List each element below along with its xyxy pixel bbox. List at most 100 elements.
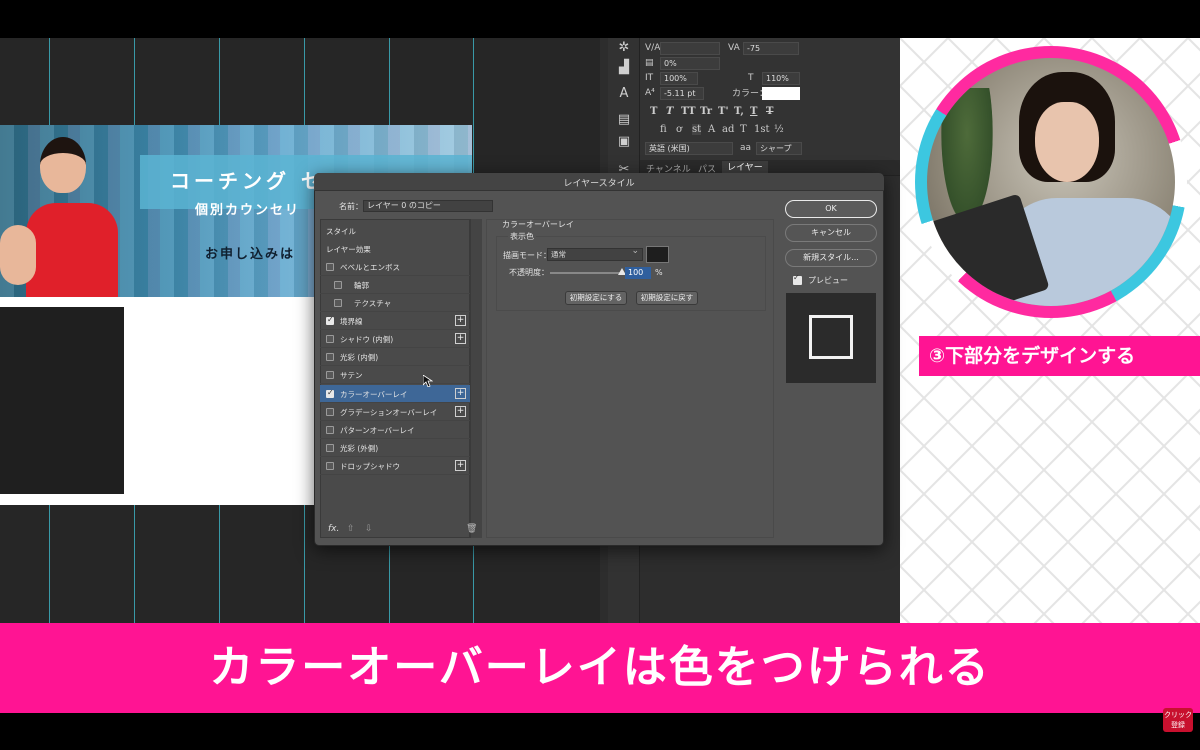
overlay-color-swatch[interactable] <box>646 246 669 263</box>
checkbox[interactable] <box>326 353 334 361</box>
style-item-label: シャドウ (内側) <box>340 335 394 344</box>
group-title: 表示色 <box>508 232 536 242</box>
antialias-select[interactable]: シャープ <box>756 142 802 155</box>
style-item-label: カラーオーバーレイ <box>340 390 408 399</box>
tracking-field[interactable]: -75 <box>743 42 799 55</box>
add-effect-icon[interactable]: + <box>455 406 466 417</box>
style-item-label: 光彩 (内側) <box>340 353 379 362</box>
blend-mode-label: 描画モード： <box>503 251 551 260</box>
style-item-drop-shadow[interactable]: ドロップシャドウ + <box>320 457 470 475</box>
style-item-inner-shadow[interactable]: シャドウ (内側) + <box>320 330 470 348</box>
baseline-field[interactable]: -5.11 pt <box>660 87 704 100</box>
subscribe-button[interactable]: クリック 登録 <box>1163 708 1193 732</box>
cancel-button[interactable]: キャンセル <box>785 224 877 242</box>
antialias-icon: aa <box>740 143 752 153</box>
preview-checkbox[interactable] <box>793 273 802 285</box>
style-list-scrollbar[interactable] <box>470 219 482 538</box>
checkbox[interactable] <box>334 299 342 307</box>
effects-header[interactable]: レイヤー効果 <box>326 244 371 255</box>
underline-icon[interactable]: T <box>750 106 757 117</box>
style-item-label: サテン <box>340 371 363 380</box>
text-color-swatch[interactable] <box>762 87 800 100</box>
styles-header[interactable]: スタイル <box>326 226 356 237</box>
add-effect-icon[interactable]: + <box>455 333 466 344</box>
strikethrough-icon[interactable]: T <box>766 106 773 117</box>
layer-name-field[interactable]: レイヤー 0 のコピー <box>363 200 493 212</box>
sun-icon[interactable]: ✲ <box>616 40 632 56</box>
style-item-label: ドロップシャドウ <box>340 462 400 471</box>
banner-person-head <box>40 137 86 193</box>
style-item-inner-glow[interactable]: 光彩 (内側) <box>320 348 470 366</box>
add-effect-icon[interactable]: + <box>455 388 466 399</box>
tsume-icon: ▤ <box>645 58 654 68</box>
opacity-label: 不透明度： <box>509 268 549 277</box>
paragraph-icon[interactable]: ▤ <box>616 112 632 128</box>
levels-icon[interactable]: ▟ <box>616 60 632 76</box>
style-item-gradient-overlay[interactable]: グラデーションオーバーレイ + <box>320 403 470 421</box>
step-label: ③下部分をデザインする <box>919 336 1200 376</box>
move-down-icon[interactable]: ⇩ <box>365 524 373 534</box>
blend-mode-select[interactable]: 通常 <box>547 246 643 261</box>
baseline-icon: A⁴ <box>645 88 655 98</box>
style-item-satin[interactable]: サテン <box>320 366 470 384</box>
trash-icon[interactable]: 🗑 <box>466 524 477 534</box>
fractions-icon[interactable]: ½ <box>774 124 784 135</box>
add-effect-icon[interactable]: + <box>455 460 466 471</box>
superscript-icon[interactable]: T' <box>718 106 729 117</box>
tracking-icon: VA <box>728 43 740 53</box>
glyph-icon[interactable]: ▣ <box>616 134 632 150</box>
new-style-button[interactable]: 新規スタイル... <box>785 249 877 267</box>
ligature-icon[interactable]: fi <box>660 124 667 135</box>
style-item-label: 境界線 <box>340 317 363 326</box>
subscript-icon[interactable]: T, <box>734 106 744 117</box>
language-select[interactable]: 英語 (米国) <box>645 142 733 155</box>
fx-icon[interactable]: fx. <box>328 524 339 534</box>
all-caps-icon[interactable]: TT <box>681 106 696 117</box>
faux-bold-icon[interactable]: T <box>650 106 657 117</box>
checkbox[interactable] <box>326 444 334 452</box>
kerning-field[interactable] <box>660 42 720 55</box>
character-icon[interactable]: A <box>616 86 632 102</box>
style-item-contour[interactable]: 輪郭 <box>320 276 470 294</box>
style-item-label: テクスチャ <box>354 299 392 308</box>
oldstyle-icon[interactable]: ad <box>722 124 734 135</box>
style-item-pattern-overlay[interactable]: パターンオーバーレイ <box>320 421 470 439</box>
titling-icon[interactable]: T <box>740 124 747 135</box>
add-effect-icon[interactable]: + <box>455 315 466 326</box>
checkbox[interactable] <box>326 335 334 343</box>
opacity-slider-track[interactable] <box>550 272 622 274</box>
checkbox-checked[interactable] <box>326 388 334 398</box>
style-item-outer-glow[interactable]: 光彩 (外側) <box>320 439 470 457</box>
instructor-face <box>1035 102 1099 182</box>
ordinals-icon[interactable]: 1st <box>754 124 770 135</box>
checkbox[interactable] <box>326 462 334 470</box>
checkbox-checked[interactable] <box>326 315 334 325</box>
style-item-bevel-emboss[interactable]: ベベルとエンボス <box>320 258 470 276</box>
checkbox[interactable] <box>334 281 342 289</box>
faux-italic-icon[interactable]: T <box>666 106 673 117</box>
style-item-color-overlay[interactable]: カラーオーバーレイ + <box>320 385 470 403</box>
section-title: カラーオーバーレイ <box>502 220 574 229</box>
move-up-icon[interactable]: ⇧ <box>347 524 355 534</box>
ok-button[interactable]: OK <box>785 200 877 218</box>
style-item-stroke[interactable]: 境界線 + <box>320 312 470 330</box>
checkbox[interactable] <box>326 263 334 271</box>
stylistic-alt-icon[interactable]: st <box>692 124 702 135</box>
style-item-texture[interactable]: テクスチャ <box>320 294 470 312</box>
swash-icon[interactable]: A <box>708 124 715 135</box>
vertical-scale-field[interactable]: 100% <box>660 72 698 85</box>
canvas-black-rectangle <box>0 307 124 494</box>
tsume-field[interactable]: 0% <box>660 57 720 70</box>
banner-subtitle: 個別カウンセリ <box>195 203 301 218</box>
opacity-field[interactable]: 100 <box>625 267 651 279</box>
checkbox[interactable] <box>326 371 334 379</box>
small-caps-icon[interactable]: Tr <box>700 106 712 117</box>
horizontal-scale-field[interactable]: 110% <box>762 72 800 85</box>
name-label: 名前： <box>339 202 363 211</box>
reset-default-button[interactable]: 初期設定に戻す <box>636 291 698 305</box>
alt-ligature-icon[interactable]: ơ <box>676 124 682 135</box>
checkbox[interactable] <box>326 408 334 416</box>
banner-person-dress <box>26 203 118 297</box>
checkbox[interactable] <box>326 426 334 434</box>
make-default-button[interactable]: 初期設定にする <box>565 291 627 305</box>
